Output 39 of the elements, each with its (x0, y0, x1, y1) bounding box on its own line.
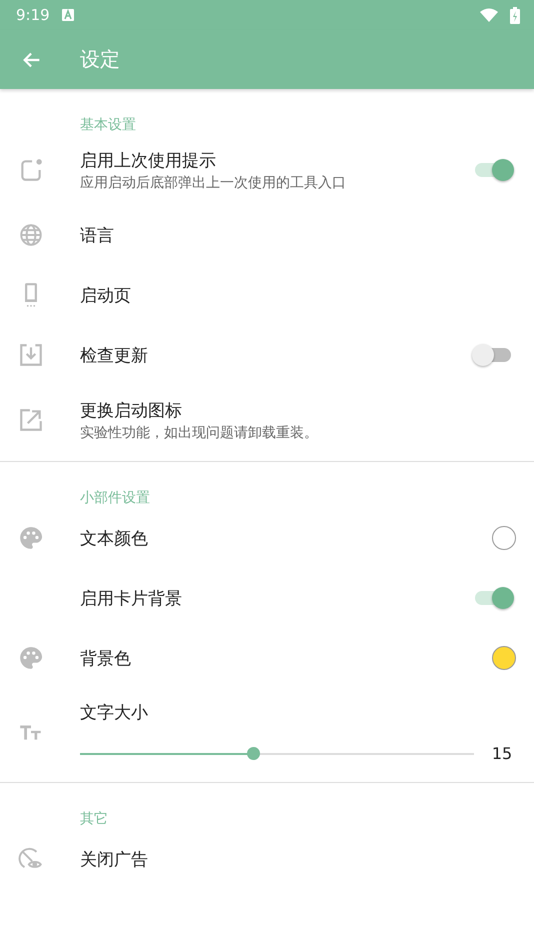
globe-icon (18, 222, 44, 248)
setting-title: 文本颜色 (80, 528, 148, 550)
size-value: 15 (490, 744, 514, 763)
setting-title: 启动页 (80, 284, 131, 306)
palette-icon (18, 525, 44, 551)
setting-title: 背景色 (80, 648, 131, 670)
settings-row[interactable]: 背景色 (0, 628, 534, 688)
download-tray-icon (18, 342, 44, 368)
settings-row[interactable]: 文本颜色 (0, 508, 534, 568)
wifi-icon (480, 8, 498, 22)
settings-row[interactable]: 启用上次使用提示 应用启动后底部弹出上一次使用的工具入口 (0, 135, 534, 205)
setting-title: 文字大小 (80, 702, 148, 724)
settings-row[interactable]: 语言 (0, 205, 534, 265)
settings-row[interactable]: 检查更新 (0, 325, 534, 385)
settings-row[interactable]: 文字大小 15 (0, 688, 534, 776)
setting-title: 更换启动图标 (80, 400, 182, 422)
screen-title: 设定 (80, 46, 120, 73)
palette-icon (18, 645, 44, 671)
settings-row[interactable]: 启用卡片背景 (0, 568, 534, 628)
section-header: 基本设置 (80, 116, 136, 135)
setting-title: 语言 (80, 224, 114, 246)
section-header: 其它 (80, 810, 108, 829)
settings-row[interactable]: 关闭广告 (0, 829, 534, 889)
settings-row[interactable]: 启动页 (0, 265, 534, 325)
size-slider[interactable] (80, 746, 474, 760)
setting-title: 检查更新 (80, 344, 148, 366)
open-external-icon (18, 407, 44, 433)
section-header: 小部件设置 (80, 489, 150, 508)
status-time: 9:19 (16, 6, 50, 24)
setting-description: 应用启动后底部弹出上一次使用的工具入口 (80, 174, 346, 192)
color-swatch[interactable] (492, 646, 516, 670)
setting-title: 启用上次使用提示 (80, 150, 216, 172)
settings-row[interactable]: 更换启动图标 实验性功能，如出现问题请卸载重装。 (0, 385, 534, 455)
battery-icon (510, 6, 520, 24)
notification-icon (62, 9, 74, 21)
setting-description: 实验性功能，如出现问题请卸载重装。 (80, 424, 318, 442)
color-swatch[interactable] (492, 526, 516, 550)
setting-title: 启用卡片背景 (80, 588, 182, 610)
setting-title: 关闭广告 (80, 848, 148, 870)
